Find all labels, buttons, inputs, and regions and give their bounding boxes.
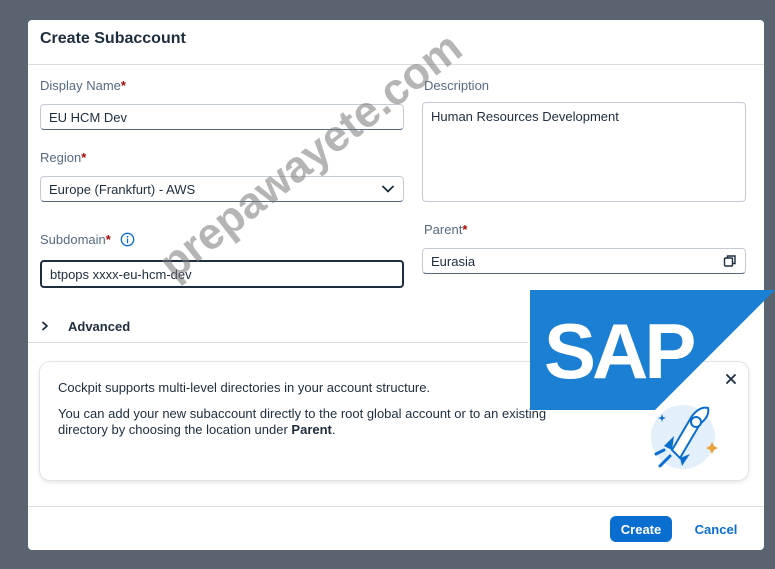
info-icon[interactable] — [120, 232, 135, 247]
sap-logo-text: SAP — [544, 307, 694, 395]
region-label-text: Region — [40, 150, 82, 165]
create-subaccount-dialog: Create Subaccount Display Name* EU HCM D… — [28, 20, 764, 550]
region-label: Region* — [40, 150, 86, 165]
chevron-down-icon[interactable] — [381, 182, 395, 196]
dialog-title: Create Subaccount — [40, 30, 186, 47]
display-name-label-text: Display Name — [40, 78, 121, 93]
cancel-button[interactable]: Cancel — [682, 516, 750, 542]
parent-label: Parent* — [424, 222, 467, 237]
parent-value: Eurasia — [431, 253, 476, 269]
region-value: Europe (Frankfurt) - AWS — [49, 181, 196, 197]
required-mark: * — [81, 150, 87, 165]
description-value: Human Resources Development — [431, 109, 619, 124]
region-select[interactable]: Europe (Frankfurt) - AWS — [40, 176, 404, 202]
info-card-line2-suffix: . — [331, 422, 336, 437]
chevron-right-icon — [42, 321, 48, 331]
parent-input[interactable]: Eurasia — [422, 248, 746, 274]
advanced-divider — [28, 342, 528, 343]
subdomain-label: Subdomain* — [40, 232, 135, 247]
title-divider — [28, 64, 764, 65]
display-name-label: Display Name* — [40, 78, 126, 93]
value-help-icon[interactable] — [723, 254, 737, 268]
required-mark: * — [120, 78, 126, 93]
footer-divider — [28, 506, 764, 507]
subdomain-value: btpops xxxx-eu-hcm-dev — [50, 266, 192, 282]
create-button[interactable]: Create — [610, 516, 672, 542]
info-card-line1: Cockpit supports multi-level directories… — [58, 380, 431, 395]
advanced-expander[interactable]: Advanced — [40, 314, 130, 338]
info-card-line2: You can add your new subaccount directly… — [58, 406, 598, 438]
advanced-label: Advanced — [68, 318, 131, 334]
display-name-value: EU HCM Dev — [49, 109, 128, 125]
sap-logo: SAP — [530, 290, 775, 410]
description-textarea[interactable]: Human Resources Development — [422, 102, 746, 202]
required-mark: * — [105, 232, 111, 247]
description-label: Description — [424, 78, 490, 93]
display-name-input[interactable]: EU HCM Dev — [40, 104, 404, 130]
subdomain-input[interactable]: btpops xxxx-eu-hcm-dev — [40, 260, 404, 288]
required-mark: * — [462, 222, 468, 237]
subdomain-label-text: Subdomain — [40, 232, 106, 247]
info-card-parent-link: Parent — [291, 422, 332, 437]
parent-label-text: Parent — [424, 222, 463, 237]
